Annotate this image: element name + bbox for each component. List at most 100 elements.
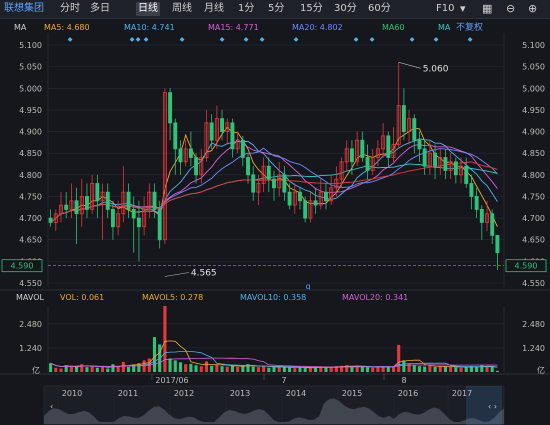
candle-body xyxy=(85,196,89,210)
volume-tick-label: 2.480 xyxy=(19,320,42,329)
volume-tick-label: 1.240 xyxy=(19,344,42,353)
candle-body xyxy=(469,183,474,197)
candle-body xyxy=(194,157,199,176)
candle-body xyxy=(277,174,282,189)
candle-body xyxy=(69,200,74,210)
tab-multiday[interactable]: 多日 xyxy=(90,2,110,16)
candle-body xyxy=(375,148,380,158)
volume-bar xyxy=(490,366,494,372)
volume-bar xyxy=(376,366,380,372)
volume-bar xyxy=(355,366,359,372)
volume-bar xyxy=(256,367,260,372)
candle-body xyxy=(464,165,469,184)
volume-bar xyxy=(137,363,141,372)
candle-body xyxy=(365,157,370,171)
mavol20-value: MAVOL20: 0.341 xyxy=(342,293,409,302)
volume-bar xyxy=(230,365,234,372)
volume-bar xyxy=(314,367,318,372)
overview-area xyxy=(44,398,504,424)
candle-body xyxy=(360,139,365,158)
volume-bar xyxy=(350,366,354,372)
ma15-value: MA15: 4.771 xyxy=(208,23,259,32)
volume-bar xyxy=(339,365,344,372)
ma-label[interactable]: MA xyxy=(14,22,26,34)
volume-bar xyxy=(106,368,110,372)
volume-tick-label: 1.240 xyxy=(522,344,545,353)
volume-bar xyxy=(417,366,422,372)
volume-bar xyxy=(189,363,193,372)
candle-body xyxy=(323,191,328,202)
tab-weekly[interactable]: 周线 xyxy=(172,2,192,16)
volume-bar xyxy=(69,366,73,372)
candle-body xyxy=(48,217,53,223)
volume-bar xyxy=(95,367,99,372)
candle-body xyxy=(105,191,110,210)
tab-intraday[interactable]: 分时 xyxy=(60,2,80,16)
candle-body xyxy=(183,148,188,163)
candle-body xyxy=(391,144,396,158)
current-price-tag-left xyxy=(1,259,43,273)
f10-button[interactable]: F10 xyxy=(436,2,454,16)
candle-body xyxy=(485,213,489,223)
volume-bar xyxy=(90,366,94,372)
candle-body xyxy=(152,191,157,210)
candle-body xyxy=(349,148,354,163)
ma-indicator-row: MA MA5: 4.680 MA10: 4.741 MA15: 4.771 MA… xyxy=(0,22,550,34)
mavol-label[interactable]: MAVOL xyxy=(16,292,44,304)
event-marker: ◆ xyxy=(354,36,359,43)
price-tick-label: 4.950 xyxy=(19,106,42,115)
candle-body xyxy=(95,183,100,202)
overview-year-label: 2010 xyxy=(62,389,82,398)
volume-bar xyxy=(423,366,427,372)
mavol20-line xyxy=(50,357,498,368)
scroll-left-icon: ‹ xyxy=(50,402,53,411)
price-tick-label: 4.550 xyxy=(19,279,42,288)
stock-name[interactable]: 联想集团 xyxy=(4,2,44,16)
ma60-value: MA60 xyxy=(382,23,405,32)
plus-circle-icon[interactable]: ⊕ xyxy=(528,2,537,16)
volume-bar xyxy=(184,364,188,372)
candle-body xyxy=(308,200,313,219)
tab-15min[interactable]: 15分 xyxy=(300,2,323,16)
q-marker: q xyxy=(305,282,310,291)
event-marker: ◆ xyxy=(68,36,73,43)
chevron-down-icon[interactable]: ▾ xyxy=(460,2,466,16)
mavol10-line xyxy=(50,351,498,368)
volume-bar xyxy=(298,367,302,372)
chart-grid xyxy=(47,33,505,287)
candle-body xyxy=(407,118,412,132)
period-toolbar: 联想集团 分时 多日 日线 周线 月线 1分 5分 15分 30分 60分 F1… xyxy=(0,0,550,19)
tab-30min[interactable]: 30分 xyxy=(334,2,357,16)
volume-bar xyxy=(334,366,338,372)
candle-body xyxy=(479,209,484,223)
price-tick-label: 4.750 xyxy=(522,192,545,201)
candle-body xyxy=(110,209,115,228)
price-tick-label: 5.050 xyxy=(19,63,42,72)
volume-bar xyxy=(178,362,183,372)
volume-bar xyxy=(407,363,411,372)
price-tick-label: 4.900 xyxy=(19,128,42,137)
ma10-line xyxy=(50,138,498,223)
price-tick-label: 4.700 xyxy=(522,214,545,223)
price-tick-label: 4.600 xyxy=(522,257,545,266)
candle-body xyxy=(79,196,84,215)
tab-5min[interactable]: 5分 xyxy=(268,2,284,16)
candles xyxy=(48,62,500,271)
price-tick-label: 4.950 xyxy=(522,106,545,115)
candle-body xyxy=(240,139,245,158)
volume-bar xyxy=(241,365,245,372)
candle-body xyxy=(401,105,406,132)
candle-body xyxy=(329,187,334,202)
candle-body xyxy=(266,165,271,180)
candle-body xyxy=(453,161,458,176)
adjust-mode-button[interactable]: 不复权 xyxy=(456,22,483,34)
candle-body xyxy=(178,148,183,163)
tab-daily[interactable]: 日线 xyxy=(136,2,160,16)
tab-monthly[interactable]: 月线 xyxy=(204,2,224,16)
volume-tick-label: 2.480 xyxy=(522,320,545,329)
volume-bar xyxy=(225,366,229,372)
tab-60min[interactable]: 60分 xyxy=(368,2,391,16)
minus-circle-icon[interactable]: ⊖ xyxy=(506,2,515,16)
tab-1min[interactable]: 1分 xyxy=(238,2,254,16)
grid-icon[interactable]: ▦ xyxy=(482,2,492,16)
